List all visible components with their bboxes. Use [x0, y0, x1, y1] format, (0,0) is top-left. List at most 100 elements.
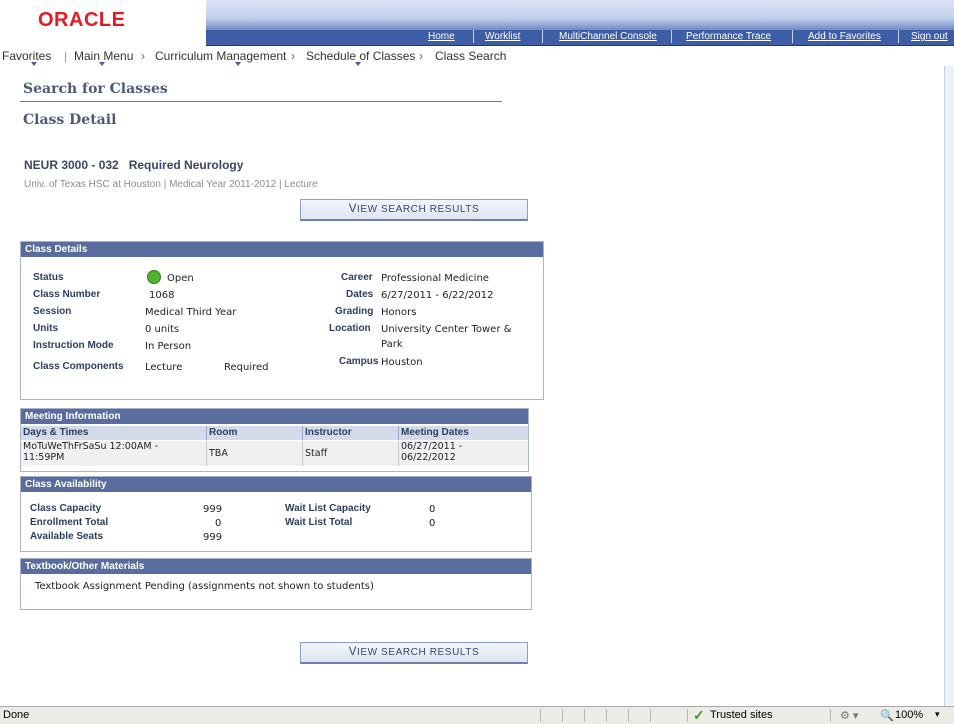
add-to-favorites-link[interactable]: Add to Favorites: [808, 31, 881, 42]
table-cell-meeting-dates: 06/27/2011 -06/22/2012: [399, 441, 528, 466]
table-cell-days-times: MoTuWeThFrSaSu 12:00AM -11:59PM: [21, 441, 207, 466]
browser-status-bar: Done ✓ Trusted sites ⚙ ▾ 🔍 100% ▾: [0, 706, 954, 724]
instruction-mode-label: Instruction Mode: [33, 340, 114, 351]
class-components-value: Lecture: [145, 362, 183, 373]
wait-list-capacity-label: Wait List Capacity: [285, 503, 371, 514]
column-header-room: Room: [207, 426, 303, 440]
status-divider: [584, 709, 585, 722]
breadcrumb-main-menu[interactable]: Main Menu: [74, 49, 133, 63]
status-text: Done: [3, 709, 30, 721]
zoom-icon[interactable]: 🔍: [880, 709, 894, 722]
nav-separator: [792, 30, 793, 43]
panel-header: Textbook/Other Materials: [21, 559, 531, 574]
nav-separator: [898, 30, 899, 43]
view-search-results-button[interactable]: VIEW SEARCH RESULTS: [300, 199, 528, 221]
location-value-line2: Park: [381, 339, 403, 350]
nav-separator: [473, 30, 474, 43]
status-divider: [830, 709, 831, 722]
dates-label: Dates: [346, 289, 374, 300]
table-cell-room: TBA: [207, 441, 303, 466]
class-components-label: Class Components: [33, 361, 124, 372]
wait-list-capacity-value: 0: [429, 504, 436, 515]
breadcrumb-class-search: Class Search: [435, 49, 507, 63]
column-header-days-times: Days & Times: [21, 426, 207, 440]
location-value: University Center Tower &: [381, 324, 512, 335]
meeting-information-panel: Meeting Information Days & Times Room In…: [20, 408, 529, 472]
status-value: Open: [167, 273, 194, 284]
campus-value: Houston: [381, 357, 423, 368]
separator-bar: |: [64, 49, 68, 63]
panel-header: Class Details: [21, 242, 543, 257]
nav-separator: [542, 30, 543, 43]
dropdown-arrow-icon: [31, 62, 37, 66]
column-header-meeting-dates: Meeting Dates: [399, 426, 528, 440]
oracle-logo: ORACLE: [38, 9, 126, 31]
dropdown-arrow-icon: [99, 62, 105, 66]
textbook-panel: Textbook/Other Materials Textbook Assign…: [20, 558, 532, 610]
class-number-value: 1068: [149, 290, 175, 301]
chevron-right-icon: ›: [141, 49, 145, 63]
grading-value: Honors: [381, 307, 417, 318]
table-cell-instructor: Staff: [303, 441, 399, 466]
open-status-icon: [147, 270, 161, 284]
dropdown-arrow-icon: [235, 62, 241, 66]
panel-header: Meeting Information: [21, 409, 528, 424]
panel-header: Class Availability: [21, 477, 531, 492]
top-nav-bar: Home Worklist MultiChannel Console Perfo…: [206, 30, 954, 46]
career-label: Career: [341, 272, 373, 283]
session-value: Medical Third Year: [145, 307, 237, 318]
view-search-results-button-bottom[interactable]: VIEW SEARCH RESULTS: [300, 642, 528, 664]
chevron-down-icon[interactable]: ▾: [935, 709, 940, 720]
home-link[interactable]: Home: [428, 31, 455, 42]
status-divider: [540, 709, 541, 722]
status-divider: [562, 709, 563, 722]
class-components-required: Required: [224, 362, 269, 373]
grading-label: Grading: [335, 306, 374, 317]
security-zone: Trusted sites: [710, 709, 773, 721]
vertical-scrollbar[interactable]: [944, 66, 954, 706]
class-number-label: Class Number: [33, 289, 101, 300]
status-label: Status: [33, 272, 64, 283]
class-capacity-label: Class Capacity: [30, 503, 102, 514]
textbook-status: Textbook Assignment Pending (assignments…: [35, 581, 374, 592]
career-value: Professional Medicine: [381, 273, 489, 284]
performance-trace-link[interactable]: Performance Trace: [686, 31, 771, 42]
class-availability-panel: Class Availability Class Capacity 999 En…: [20, 476, 532, 552]
dropdown-arrow-icon: [355, 62, 361, 66]
chevron-right-icon: ›: [419, 49, 423, 63]
wait-list-total-label: Wait List Total: [285, 517, 353, 528]
location-label: Location: [329, 323, 371, 334]
units-value: 0 units: [145, 324, 180, 335]
worklist-link[interactable]: Worklist: [485, 31, 520, 42]
wait-list-total-value: 0: [429, 518, 436, 529]
class-capacity-value: 999: [203, 504, 223, 515]
protected-mode-icon[interactable]: ⚙ ▾: [840, 709, 858, 722]
available-seats-value: 999: [203, 532, 223, 543]
sign-out-link[interactable]: Sign out: [911, 31, 948, 42]
breadcrumb: Favorites | Main Menu › Curriculum Manag…: [0, 47, 954, 67]
nav-separator: [671, 30, 672, 43]
dates-value: 6/27/2011 - 6/22/2012: [381, 290, 494, 301]
enrollment-total-label: Enrollment Total: [30, 517, 109, 528]
available-seats-label: Available Seats: [30, 531, 104, 542]
breadcrumb-schedule-of-classes[interactable]: Schedule of Classes: [306, 49, 415, 63]
header-band: [206, 0, 954, 30]
status-divider: [650, 709, 651, 722]
zoom-level[interactable]: 100%: [895, 709, 923, 721]
course-subtitle: Univ. of Texas HSC at Houston | Medical …: [24, 179, 318, 190]
page-title: Search for Classes: [23, 81, 168, 97]
class-details-panel: Class Details Status Open Class Number 1…: [20, 241, 544, 400]
section-title: Class Detail: [23, 112, 117, 128]
status-divider: [606, 709, 607, 722]
units-label: Units: [33, 323, 58, 334]
breadcrumb-favorites[interactable]: Favorites: [2, 49, 51, 63]
check-icon: ✓: [693, 707, 705, 723]
status-divider: [687, 709, 688, 722]
chevron-right-icon: ›: [291, 49, 295, 63]
enrollment-total-value: 0: [215, 518, 222, 529]
breadcrumb-curriculum-management[interactable]: Curriculum Management: [155, 49, 286, 63]
column-header-instructor: Instructor: [303, 426, 399, 440]
multichannel-console-link[interactable]: MultiChannel Console: [559, 31, 657, 42]
status-divider: [628, 709, 629, 722]
campus-label: Campus: [339, 356, 379, 367]
